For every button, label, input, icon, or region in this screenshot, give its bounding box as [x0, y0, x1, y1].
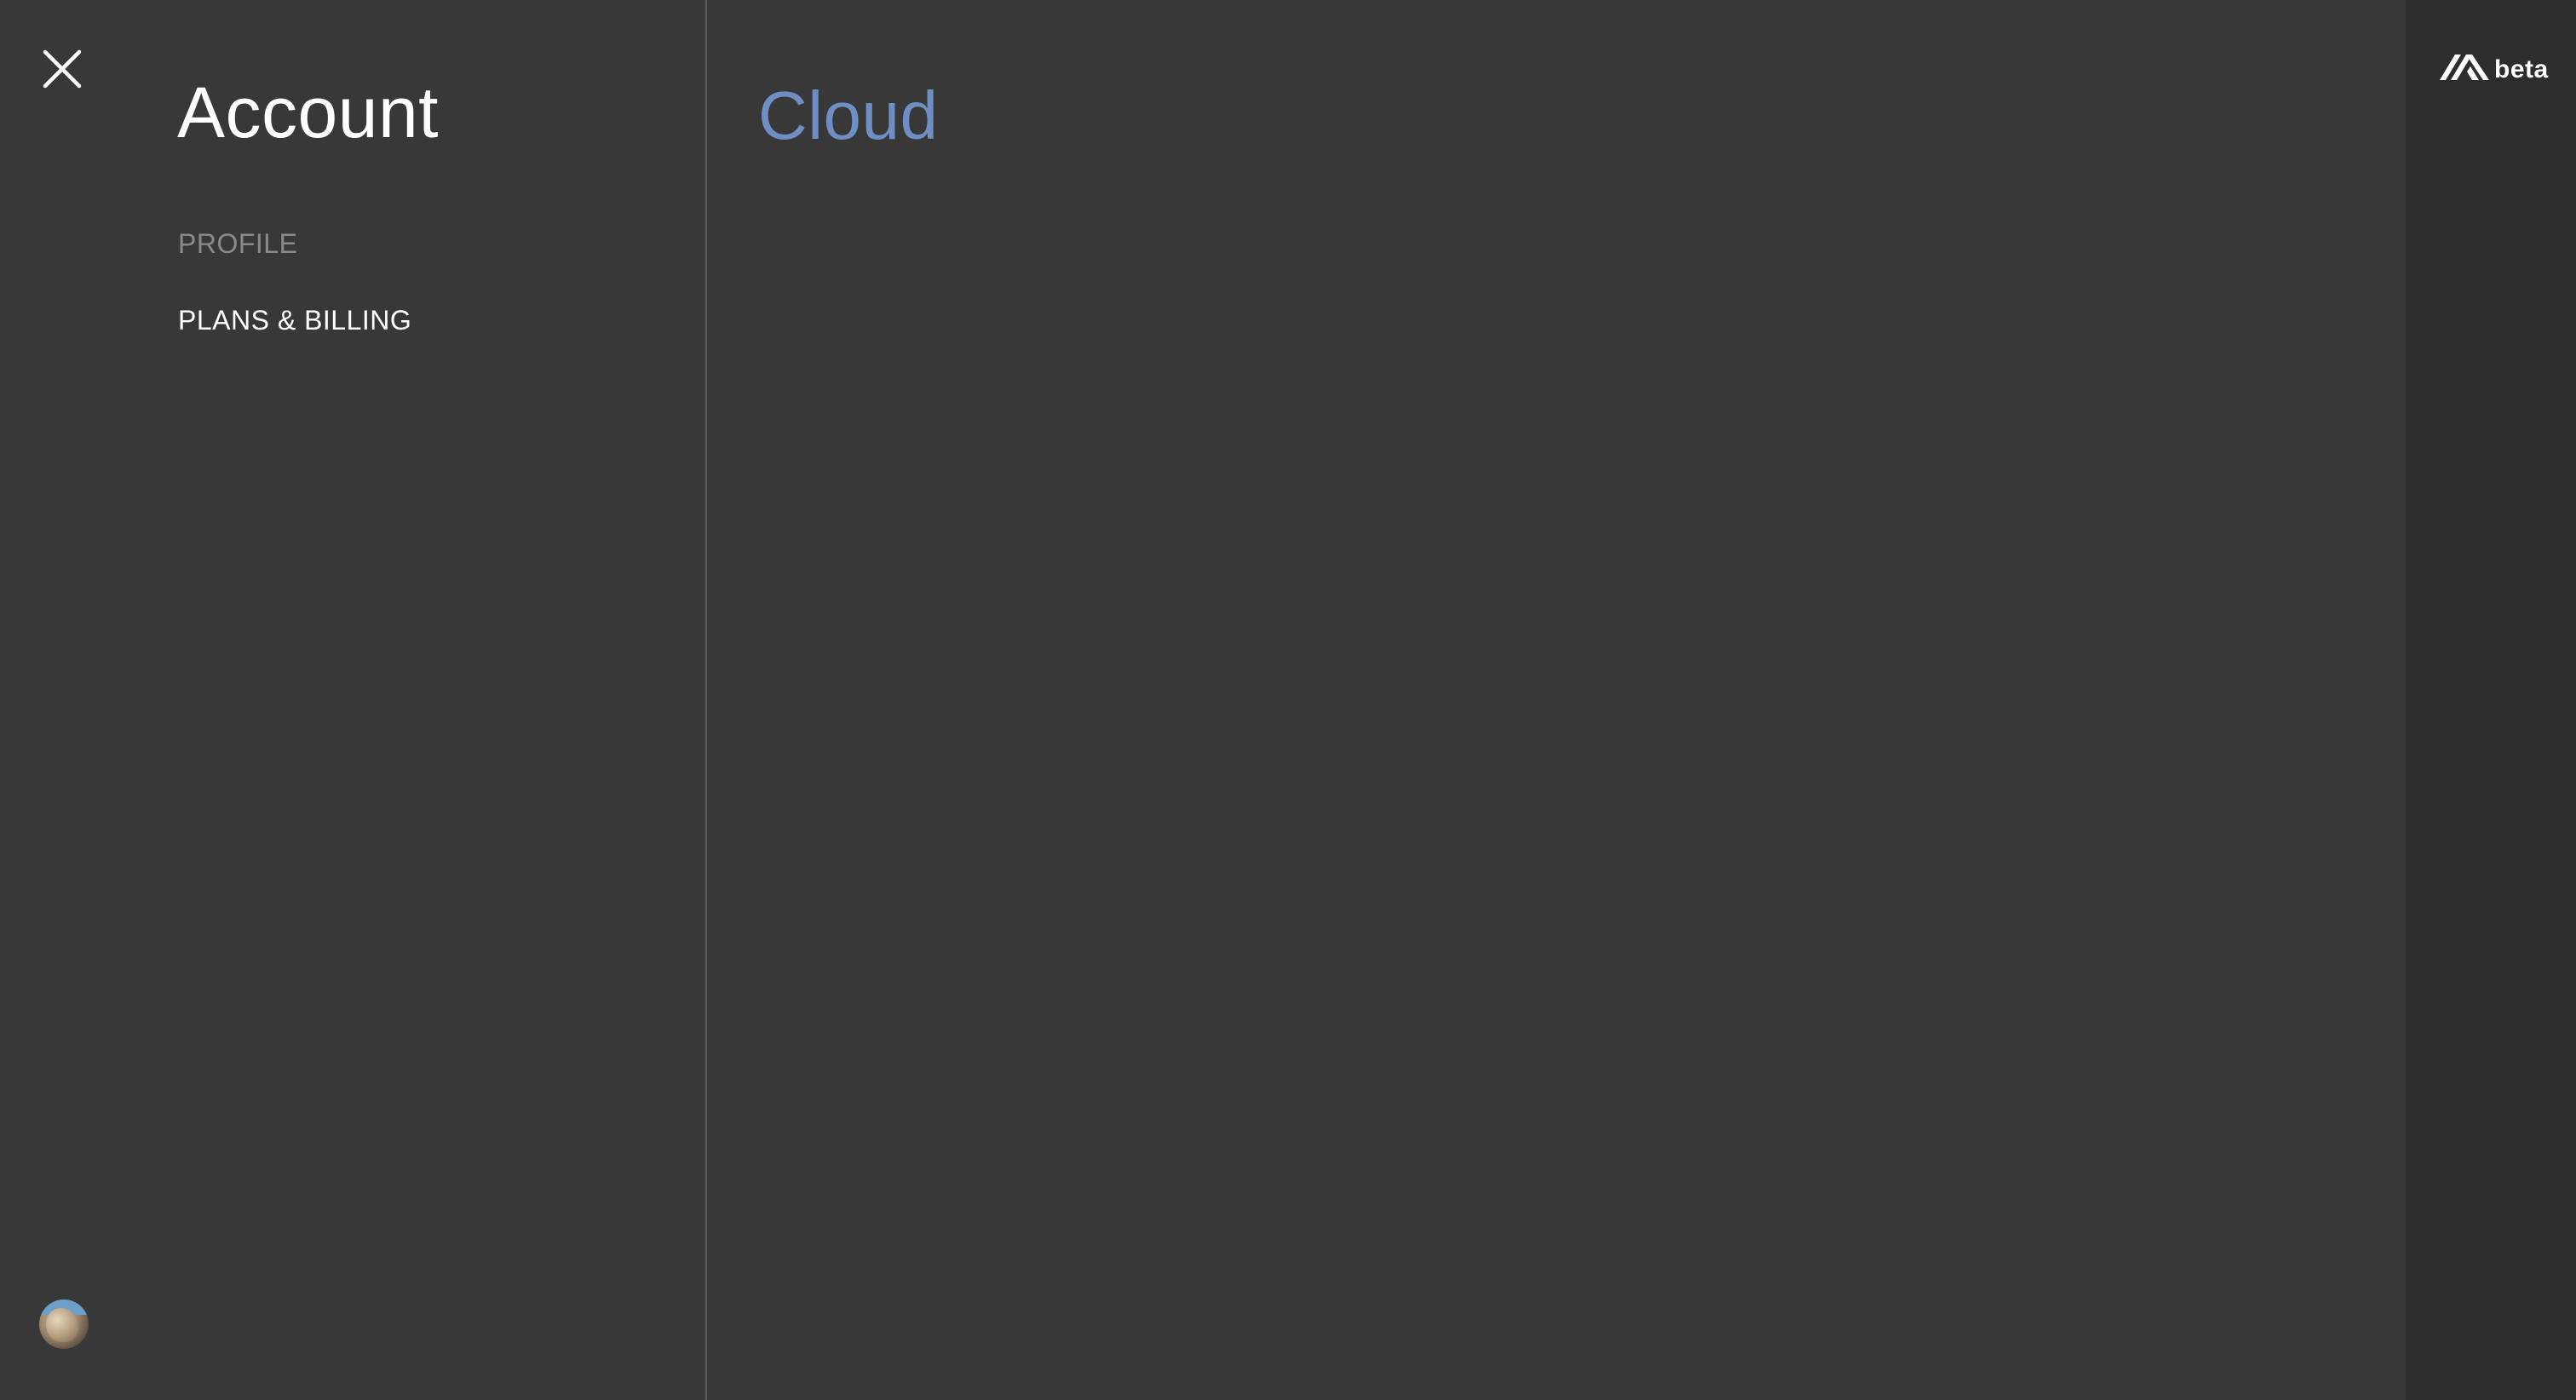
close-icon — [43, 49, 82, 89]
main-content: Cloud — [707, 0, 2406, 1400]
section-title: Cloud — [758, 77, 939, 153]
right-rail: beta — [2406, 0, 2576, 1400]
beta-label: beta — [2494, 55, 2549, 83]
page-title: Account — [177, 72, 440, 152]
nav-item-profile[interactable]: PROFILE — [178, 230, 411, 257]
account-sidebar: Account PROFILE PLANS & BILLING — [0, 0, 705, 1400]
close-button[interactable] — [37, 44, 87, 94]
brand-logo-icon — [2440, 55, 2489, 80]
brand-badge: beta — [2440, 51, 2549, 83]
avatar-photo — [46, 1308, 78, 1342]
account-nav: PROFILE PLANS & BILLING — [178, 230, 411, 334]
nav-item-plans-billing[interactable]: PLANS & BILLING — [178, 307, 411, 334]
avatar[interactable] — [39, 1300, 89, 1349]
account-settings-window: Account PROFILE PLANS & BILLING Cloud be… — [0, 0, 2576, 1400]
